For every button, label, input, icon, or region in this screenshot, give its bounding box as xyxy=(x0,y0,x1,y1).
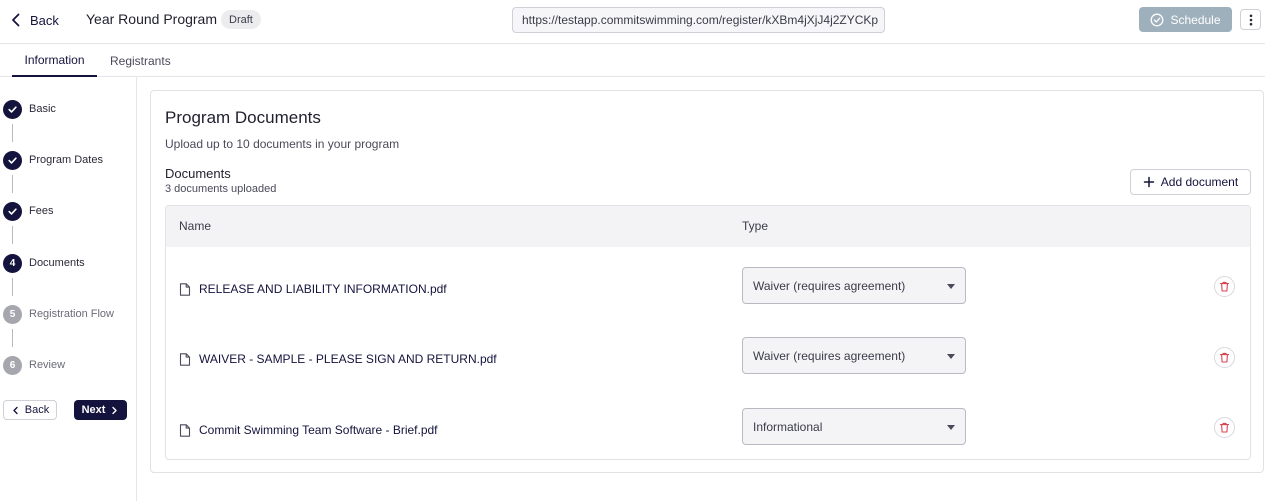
step-fees[interactable]: Fees xyxy=(3,201,53,221)
check-circle-icon xyxy=(1151,13,1164,26)
add-document-button[interactable]: Add document xyxy=(1130,169,1251,195)
document-link[interactable]: WAIVER - SAMPLE - PLEASE SIGN AND RETURN… xyxy=(179,352,497,366)
chevron-left-icon xyxy=(12,13,20,27)
step-connector xyxy=(12,329,13,347)
caret-down-icon xyxy=(947,354,955,359)
step-back-button[interactable]: Back xyxy=(3,400,57,420)
file-icon xyxy=(179,423,191,437)
document-link[interactable]: RELEASE AND LIABILITY INFORMATION.pdf xyxy=(179,282,447,296)
table-row: WAIVER - SAMPLE - PLEASE SIGN AND RETURN… xyxy=(166,326,1250,396)
chevron-left-icon xyxy=(13,406,18,414)
file-icon xyxy=(179,282,191,296)
document-file-name: RELEASE AND LIABILITY INFORMATION.pdf xyxy=(199,282,447,296)
back-link-label: Back xyxy=(30,12,59,28)
step-connector xyxy=(12,175,13,193)
step-complete-icon xyxy=(3,99,22,119)
document-type-value: Waiver (requires agreement) xyxy=(753,348,906,363)
step-label: Program Dates xyxy=(29,154,103,166)
step-connector xyxy=(12,226,13,244)
table-row: RELEASE AND LIABILITY INFORMATION.pdf Wa… xyxy=(166,256,1250,326)
step-number: 5 xyxy=(3,304,22,324)
step-complete-icon xyxy=(3,201,22,221)
step-connector xyxy=(12,278,13,296)
step-basic[interactable]: Basic xyxy=(3,99,56,119)
card-title: Program Documents xyxy=(165,108,321,127)
document-type-value: Informational xyxy=(753,419,823,434)
chevron-right-icon xyxy=(112,406,118,414)
stepper-sidebar: Basic Program Dates Fees 4 Documents 5 R… xyxy=(0,77,137,501)
delete-document-button[interactable] xyxy=(1214,276,1235,297)
status-badge: Draft xyxy=(221,10,261,29)
program-documents-card: Program Documents Upload up to 10 docume… xyxy=(150,90,1264,473)
checkmark-icon xyxy=(8,105,17,113)
schedule-button[interactable]: Schedule xyxy=(1139,7,1232,32)
step-label: Registration Flow xyxy=(29,308,114,320)
schedule-button-label: Schedule xyxy=(1170,12,1221,27)
document-file-name: WAIVER - SAMPLE - PLEASE SIGN AND RETURN… xyxy=(199,352,497,366)
step-connector xyxy=(12,124,13,142)
step-registration-flow[interactable]: 5 Registration Flow xyxy=(3,304,114,324)
step-documents[interactable]: 4 Documents xyxy=(3,253,85,273)
table-row: Commit Swimming Team Software - Brief.pd… xyxy=(166,397,1250,459)
top-bar: Back Year Round Program Draft https://te… xyxy=(0,0,1265,44)
step-label: Documents xyxy=(29,257,85,269)
column-header-name: Name xyxy=(179,219,212,233)
caret-down-icon xyxy=(947,425,955,430)
step-program-dates[interactable]: Program Dates xyxy=(3,150,103,170)
kebab-menu-icon xyxy=(1249,14,1252,25)
trash-icon xyxy=(1219,281,1230,292)
checkmark-icon xyxy=(8,156,17,164)
document-link[interactable]: Commit Swimming Team Software - Brief.pd… xyxy=(179,423,438,437)
document-type-select[interactable]: Waiver (requires agreement) xyxy=(742,337,966,374)
tab-registrants[interactable]: Registrants xyxy=(110,44,171,77)
more-options-button[interactable] xyxy=(1240,9,1261,30)
step-back-label: Back xyxy=(24,404,50,416)
step-label: Fees xyxy=(29,205,54,217)
program-title: Year Round Program xyxy=(86,11,218,27)
step-label: Review xyxy=(29,359,66,371)
document-file-name: Commit Swimming Team Software - Brief.pd… xyxy=(199,423,438,437)
delete-document-button[interactable] xyxy=(1214,417,1235,438)
step-label: Basic xyxy=(29,103,56,115)
step-number: 4 xyxy=(3,253,22,273)
trash-icon xyxy=(1219,352,1230,363)
file-icon xyxy=(179,352,191,366)
document-type-select[interactable]: Waiver (requires agreement) xyxy=(742,267,966,304)
documents-table: Name Type RELEASE AND LIABILITY INFORMAT… xyxy=(165,205,1251,460)
column-header-type: Type xyxy=(742,219,769,233)
checkmark-icon xyxy=(8,207,17,215)
registration-url-field[interactable]: https://testapp.commitswimming.com/regis… xyxy=(512,7,885,33)
delete-document-button[interactable] xyxy=(1214,347,1235,368)
document-type-value: Waiver (requires agreement) xyxy=(753,278,906,293)
step-complete-icon xyxy=(3,150,22,170)
tab-bar: Information Registrants xyxy=(0,44,1265,77)
document-type-select[interactable]: Informational xyxy=(742,408,966,445)
documents-section-label: Documents xyxy=(165,166,231,181)
step-review[interactable]: 6 Review xyxy=(3,355,65,375)
caret-down-icon xyxy=(947,284,955,289)
back-link[interactable]: Back xyxy=(8,9,59,31)
step-number: 6 xyxy=(3,355,22,375)
trash-icon xyxy=(1219,422,1230,433)
card-subtitle: Upload up to 10 documents in your progra… xyxy=(165,137,400,151)
plus-icon xyxy=(1143,176,1155,188)
table-header: Name Type xyxy=(166,206,1250,247)
step-next-label: Next xyxy=(81,404,106,416)
tab-information[interactable]: Information xyxy=(12,44,97,77)
add-document-label: Add document xyxy=(1160,175,1239,189)
documents-count: 3 documents uploaded xyxy=(165,183,277,195)
step-next-button[interactable]: Next xyxy=(74,400,127,420)
